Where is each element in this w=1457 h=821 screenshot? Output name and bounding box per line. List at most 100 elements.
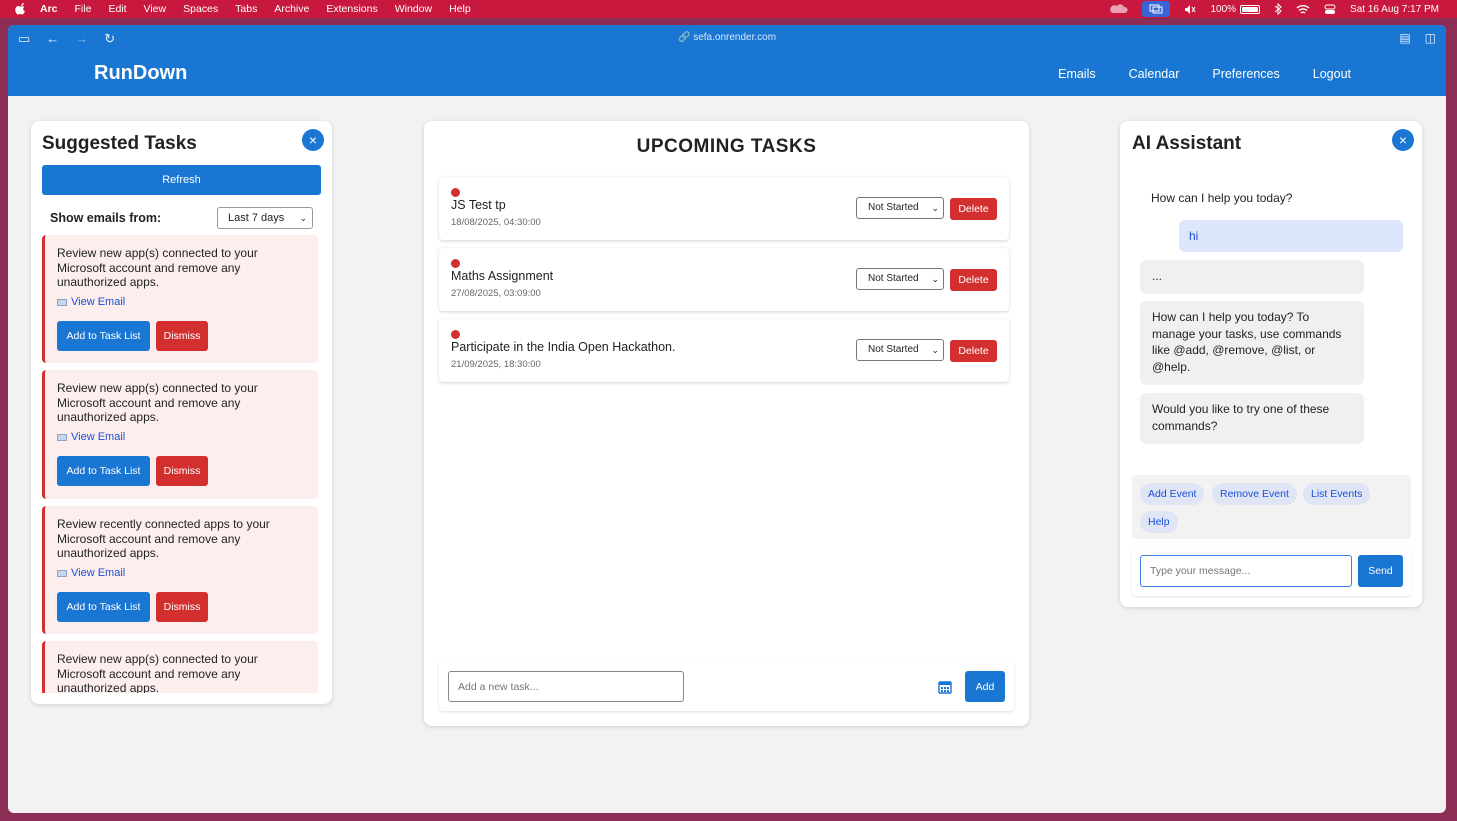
status-value: Not Started [868,202,919,213]
chip-add-event[interactable]: Add Event [1140,483,1205,505]
menu-edit[interactable]: Edit [108,3,126,15]
link-icon: 🔗 [677,32,694,43]
priority-dot [451,330,460,339]
wifi-icon[interactable] [1296,4,1310,15]
bot-message: How can I help you today? To manage your… [1140,301,1364,385]
menu-spaces[interactable]: Spaces [183,3,218,15]
chevron-down-icon: ⌄ [931,203,939,213]
mute-icon[interactable] [1184,4,1196,15]
menu-app-name[interactable]: Arc [40,3,58,15]
envelope-icon [57,298,67,306]
email-suggestion: Review recently connected apps to your M… [42,506,318,634]
nav-preferences[interactable]: Preferences [1212,67,1279,81]
send-button[interactable]: Send [1358,555,1403,587]
date-range-select[interactable]: Last 7 days ⌄ [217,207,313,229]
view-email-link[interactable]: View Email [57,567,125,579]
battery-percent: 100% [1210,3,1237,15]
view-email-label: View Email [71,296,126,308]
close-suggested-button[interactable]: × [302,129,324,151]
bluetooth-icon[interactable] [1274,3,1282,15]
command-suggestions: Add Event Remove Event List Events Help [1132,475,1411,539]
apple-icon[interactable] [14,3,28,15]
show-emails-label: Show emails from: [50,211,162,225]
view-email-link[interactable]: View Email [57,296,125,308]
task-date: 21/09/2025, 18:30:00 [451,359,541,370]
bot-message: ... [1140,260,1364,294]
add-to-task-list-button[interactable]: Add to Task List [57,321,150,351]
dismiss-button[interactable]: Dismiss [156,321,208,351]
email-suggestion: Review new app(s) connected to your Micr… [42,370,318,499]
delete-button[interactable]: Delete [950,340,997,362]
chip-list-events[interactable]: List Events [1303,483,1371,505]
nav-calendar[interactable]: Calendar [1129,67,1180,81]
view-email-label: View Email [71,567,126,579]
email-suggestion-text: Review recently connected apps to your M… [57,517,270,560]
delete-button[interactable]: Delete [950,269,997,291]
status-select[interactable]: Not Started ⌄ [856,339,944,361]
cloud-icon[interactable] [1110,4,1129,14]
dismiss-button[interactable]: Dismiss [156,592,208,622]
task-date: 18/08/2025, 04:30:00 [451,217,541,228]
menu-bar: Arc File Edit View Spaces Tabs Archive E… [0,0,1457,18]
add-task-button[interactable]: Add [965,671,1005,702]
screen-mirroring-icon[interactable] [1142,1,1171,17]
task-title: JS Test tp [451,198,506,212]
chip-remove-event[interactable]: Remove Event [1212,483,1297,505]
menu-archive[interactable]: Archive [274,3,309,15]
add-task-bar: Add [439,661,1014,711]
chat-input[interactable] [1140,555,1352,587]
menu-file[interactable]: File [75,3,92,15]
suggested-tasks-panel: Suggested Tasks × Refresh Show emails fr… [31,121,332,704]
split-view-icon[interactable]: ◫ [1425,31,1436,45]
menu-tabs[interactable]: Tabs [235,3,257,15]
date-range-value: Last 7 days [228,212,285,224]
task-item: Participate in the India Open Hackathon.… [439,319,1009,382]
browser-window: ▭ ← → ↻ 🔗 sefa.onrender.com ▤ ◫ RunDown … [8,25,1446,813]
dismiss-button[interactable]: Dismiss [156,456,208,486]
task-item: Maths Assignment 27/08/2025, 03:09:00 No… [439,248,1009,311]
brand-logo[interactable]: RunDown [94,62,187,85]
add-to-task-list-button[interactable]: Add to Task List [57,592,150,622]
nav-emails[interactable]: Emails [1058,67,1096,81]
upcoming-tasks-panel: UPCOMING TASKS JS Test tp 18/08/2025, 04… [424,121,1029,726]
status-value: Not Started [868,344,919,355]
email-suggestion-text: Review new app(s) connected to your Micr… [57,246,258,289]
close-assistant-button[interactable]: × [1392,129,1414,151]
chevron-down-icon: ⌄ [299,213,307,223]
status-select[interactable]: Not Started ⌄ [856,197,944,219]
status-select[interactable]: Not Started ⌄ [856,268,944,290]
suggested-title: Suggested Tasks [42,133,197,154]
delete-button[interactable]: Delete [950,198,997,220]
assistant-title: AI Assistant [1132,133,1242,154]
email-suggestion-text: Review new app(s) connected to your Micr… [57,381,258,424]
menu-clock[interactable]: Sat 16 Aug 7:17 PM [1350,4,1439,15]
main-nav: Emails Calendar Preferences Logout [1058,67,1351,81]
url-text: sefa.onrender.com [693,32,777,43]
menu-extensions[interactable]: Extensions [326,3,377,15]
menu-view[interactable]: View [144,3,167,15]
envelope-icon [57,433,67,441]
control-center-icon[interactable] [1324,4,1336,15]
ai-assistant-panel: AI Assistant × How can I help you today?… [1120,121,1422,607]
calendar-icon[interactable] [938,680,952,694]
nav-logout[interactable]: Logout [1313,67,1351,81]
task-item: JS Test tp 18/08/2025, 04:30:00 Not Star… [439,177,1009,240]
new-task-input[interactable] [448,671,684,702]
task-title: Participate in the India Open Hackathon. [451,340,676,354]
battery-status[interactable]: 100% [1210,3,1261,15]
chip-help[interactable]: Help [1140,511,1178,533]
reader-icon[interactable]: ▤ [1399,31,1410,45]
chevron-down-icon: ⌄ [931,345,939,355]
view-email-link[interactable]: View Email [57,431,125,443]
menu-window[interactable]: Window [395,3,432,15]
browser-toolbar: ▭ ← → ↻ 🔗 sefa.onrender.com ▤ ◫ [8,25,1446,52]
address-bar[interactable]: 🔗 sefa.onrender.com [8,32,1446,43]
menu-help[interactable]: Help [449,3,471,15]
user-message: hi [1179,220,1403,252]
email-suggestions-list[interactable]: Review new app(s) connected to your Micr… [42,235,319,693]
add-to-task-list-button[interactable]: Add to Task List [57,456,150,486]
email-suggestion: Review new app(s) connected to your Micr… [42,641,318,693]
refresh-button[interactable]: Refresh [42,165,321,195]
upcoming-title: UPCOMING TASKS [636,136,817,157]
priority-dot [451,188,460,197]
